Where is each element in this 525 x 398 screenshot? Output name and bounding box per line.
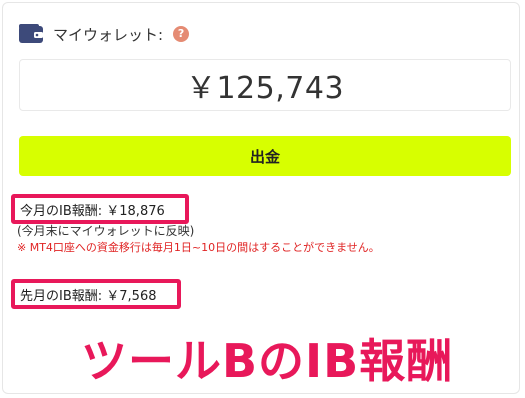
transfer-warning: ※ MT4口座への資金移行は毎月1日~10日の間はすることができません。: [17, 241, 380, 254]
help-icon[interactable]: ?: [173, 26, 190, 42]
current-month-reward: 今月のIB報酬: ￥18,876: [20, 203, 165, 219]
wallet-card: マイウォレット: ? ￥125,743 出金 今月のIB報酬: ￥18,876 …: [2, 2, 520, 394]
balance-amount: ￥125,743: [185, 71, 345, 106]
last-month-reward-highlight: 先月のIB報酬: ￥7,568: [11, 279, 181, 309]
last-month-reward: 先月のIB報酬: ￥7,568: [20, 288, 157, 304]
wallet-header: マイウォレット: ?: [19, 23, 190, 45]
balance-display: ￥125,743: [19, 59, 511, 111]
withdraw-button-label: 出金: [249, 147, 280, 166]
wallet-icon: [19, 24, 43, 43]
wallet-title: マイウォレット:: [53, 25, 164, 44]
annotation-caption: ツールBのIB報酬: [81, 334, 454, 388]
withdraw-button[interactable]: 出金: [19, 136, 511, 176]
current-month-reward-highlight: 今月のIB報酬: ￥18,876: [11, 194, 189, 224]
reflect-note: (今月末にマイウォレットに反映): [17, 224, 195, 238]
